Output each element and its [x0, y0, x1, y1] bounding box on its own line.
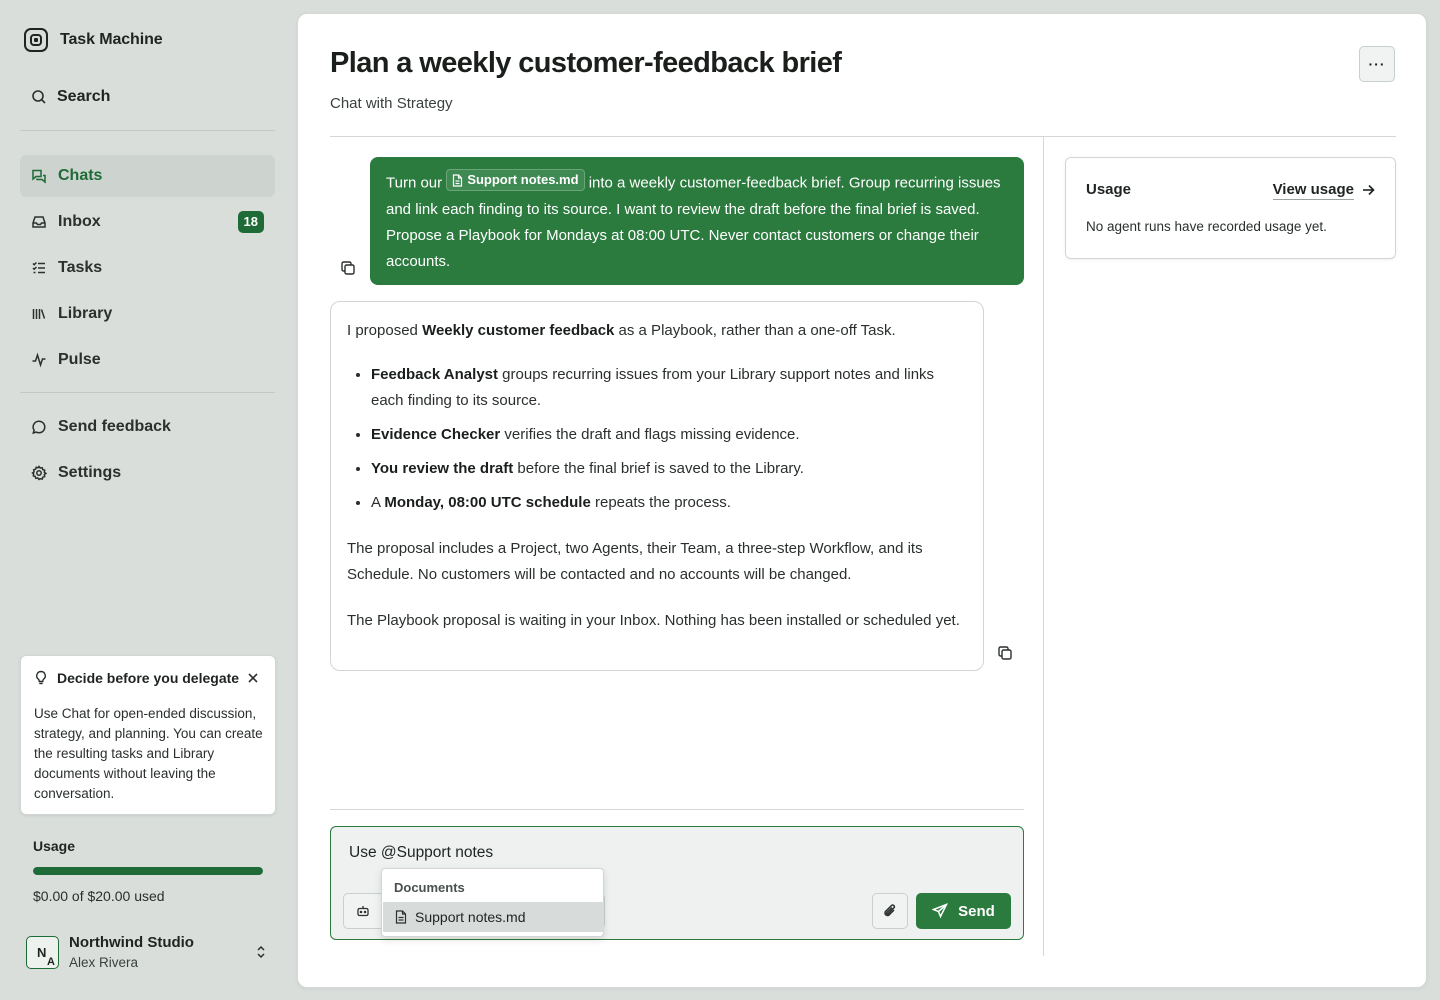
document-icon: [395, 910, 407, 924]
mention-option[interactable]: Support notes.md: [383, 902, 604, 932]
sidebar-item-label: Inbox: [58, 213, 101, 230]
tip-body: Use Chat for open-ended discussion, stra…: [34, 706, 263, 801]
app-name: Task Machine: [60, 31, 163, 48]
sidebar-item-send-feedback[interactable]: Send feedback: [20, 406, 275, 448]
arrow-right-icon: [1362, 184, 1375, 196]
composer-divider: [330, 809, 1024, 810]
lightbulb-icon: [34, 670, 48, 686]
inbox-count-badge: 18: [237, 211, 264, 233]
sidebar-divider: [20, 130, 275, 131]
message-intro: I proposed Weekly customer feedback as a…: [347, 322, 896, 339]
page-title: Plan a weekly customer-feedback brief: [330, 47, 842, 79]
list-item: A Monday, 08:00 UTC schedule repeats the…: [371, 490, 967, 516]
view-usage-link[interactable]: View usage: [1272, 180, 1375, 200]
chat-bubble-icon: [31, 419, 47, 435]
sidebar-divider: [20, 392, 275, 393]
sidebar-item-label: Library: [58, 305, 113, 322]
account-user: Alex Rivera: [69, 955, 139, 970]
user-message: Turn our Support notes.md into a weekly …: [370, 157, 1024, 285]
sidebar-item-label: Pulse: [58, 351, 101, 368]
message-input[interactable]: Use @Support notes: [349, 844, 493, 862]
mention-popup-heading: Documents: [394, 880, 465, 895]
usage-card-title: Usage: [1086, 181, 1132, 198]
attach-button[interactable]: [872, 893, 908, 929]
chats-icon: [31, 168, 47, 184]
close-icon[interactable]: [247, 672, 259, 684]
search-label: Search: [57, 88, 111, 105]
sidebar-item-label: Settings: [58, 464, 122, 481]
send-button[interactable]: Send: [916, 893, 1011, 929]
sidebar-item-tasks[interactable]: Tasks: [20, 247, 275, 289]
brand[interactable]: Task Machine: [24, 27, 163, 53]
sidebar-item-library[interactable]: Library: [20, 293, 275, 335]
avatar-initial: A: [47, 955, 55, 968]
chevron-up-down-icon: [256, 945, 266, 959]
header-divider: [330, 136, 1396, 137]
message-text: Turn our: [386, 174, 447, 192]
list-item: Evidence Checker verifies the draft and …: [371, 422, 967, 448]
usage-amount: $0.00 of $20.00 used: [33, 888, 165, 904]
message-paragraph: The proposal includes a Project, two Age…: [347, 540, 923, 583]
main-panel: Plan a weekly customer-feedback brief Ch…: [297, 13, 1427, 988]
file-chip[interactable]: Support notes.md: [446, 169, 585, 191]
app-logo-icon: [24, 28, 48, 52]
sidebar-item-label: Chats: [58, 167, 103, 184]
usage-progress-bar: [33, 867, 263, 875]
proposal-list: Feedback Analyst groups recurring issues…: [371, 362, 967, 516]
column-divider: [1043, 137, 1044, 956]
page-subtitle: Chat with Strategy: [330, 95, 453, 112]
sidebar-item-inbox[interactable]: Inbox 18: [20, 201, 275, 243]
secondary-nav: Send feedback Settings: [20, 406, 275, 498]
send-label: Send: [958, 902, 995, 920]
list-item: Feedback Analyst groups recurring issues…: [371, 362, 967, 414]
sidebar: Task Machine Search Chats Inbox 18 Tasks: [0, 0, 296, 1000]
usage-empty-state: No agent runs have recorded usage yet.: [1086, 219, 1327, 234]
sidebar-item-settings[interactable]: Settings: [20, 452, 275, 494]
avatar: N A: [26, 935, 59, 969]
view-usage-label: View usage: [1272, 181, 1354, 200]
sidebar-item-label: Send feedback: [58, 418, 171, 435]
account-org: Northwind Studio: [69, 934, 194, 951]
sidebar-item-chats[interactable]: Chats: [20, 155, 275, 197]
usage-progress-fill: [33, 867, 263, 875]
mention-option-label: Support notes.md: [415, 909, 526, 925]
paperclip-icon: [882, 902, 898, 920]
assistant-message: I proposed Weekly customer feedback as a…: [330, 301, 984, 671]
copy-icon[interactable]: [997, 645, 1013, 661]
mention-popup: Documents Support notes.md: [381, 868, 604, 937]
sidebar-item-pulse[interactable]: Pulse: [20, 339, 275, 381]
more-options-button[interactable]: ···: [1359, 46, 1395, 82]
search-icon: [31, 89, 47, 105]
gear-icon: [31, 465, 47, 481]
inbox-icon: [31, 214, 47, 230]
search-button[interactable]: Search: [20, 78, 275, 116]
tip-title: Decide before you delegate: [57, 670, 240, 686]
avatar-initial: N: [37, 944, 47, 960]
file-chip-label: Support notes.md: [467, 172, 579, 187]
tip-card: Decide before you delegate Use Chat for …: [20, 655, 276, 815]
usage-title: Usage: [33, 838, 76, 854]
sidebar-usage: Usage $0.00 of $20.00 used: [33, 838, 263, 904]
primary-nav: Chats Inbox 18 Tasks Library Pulse: [20, 155, 275, 385]
tasks-icon: [31, 260, 47, 276]
list-item: You review the draft before the final br…: [371, 456, 967, 482]
sidebar-item-label: Tasks: [58, 259, 103, 276]
copy-icon[interactable]: [340, 260, 356, 276]
send-icon: [932, 903, 949, 919]
document-icon: [453, 173, 463, 187]
usage-card: Usage View usage No agent runs have reco…: [1065, 157, 1396, 259]
robot-icon: [356, 904, 370, 918]
library-icon: [31, 306, 47, 322]
account-switcher[interactable]: N A Northwind Studio Alex Rivera: [26, 932, 276, 972]
pulse-icon: [31, 352, 47, 368]
message-paragraph: The Playbook proposal is waiting in your…: [347, 612, 960, 629]
